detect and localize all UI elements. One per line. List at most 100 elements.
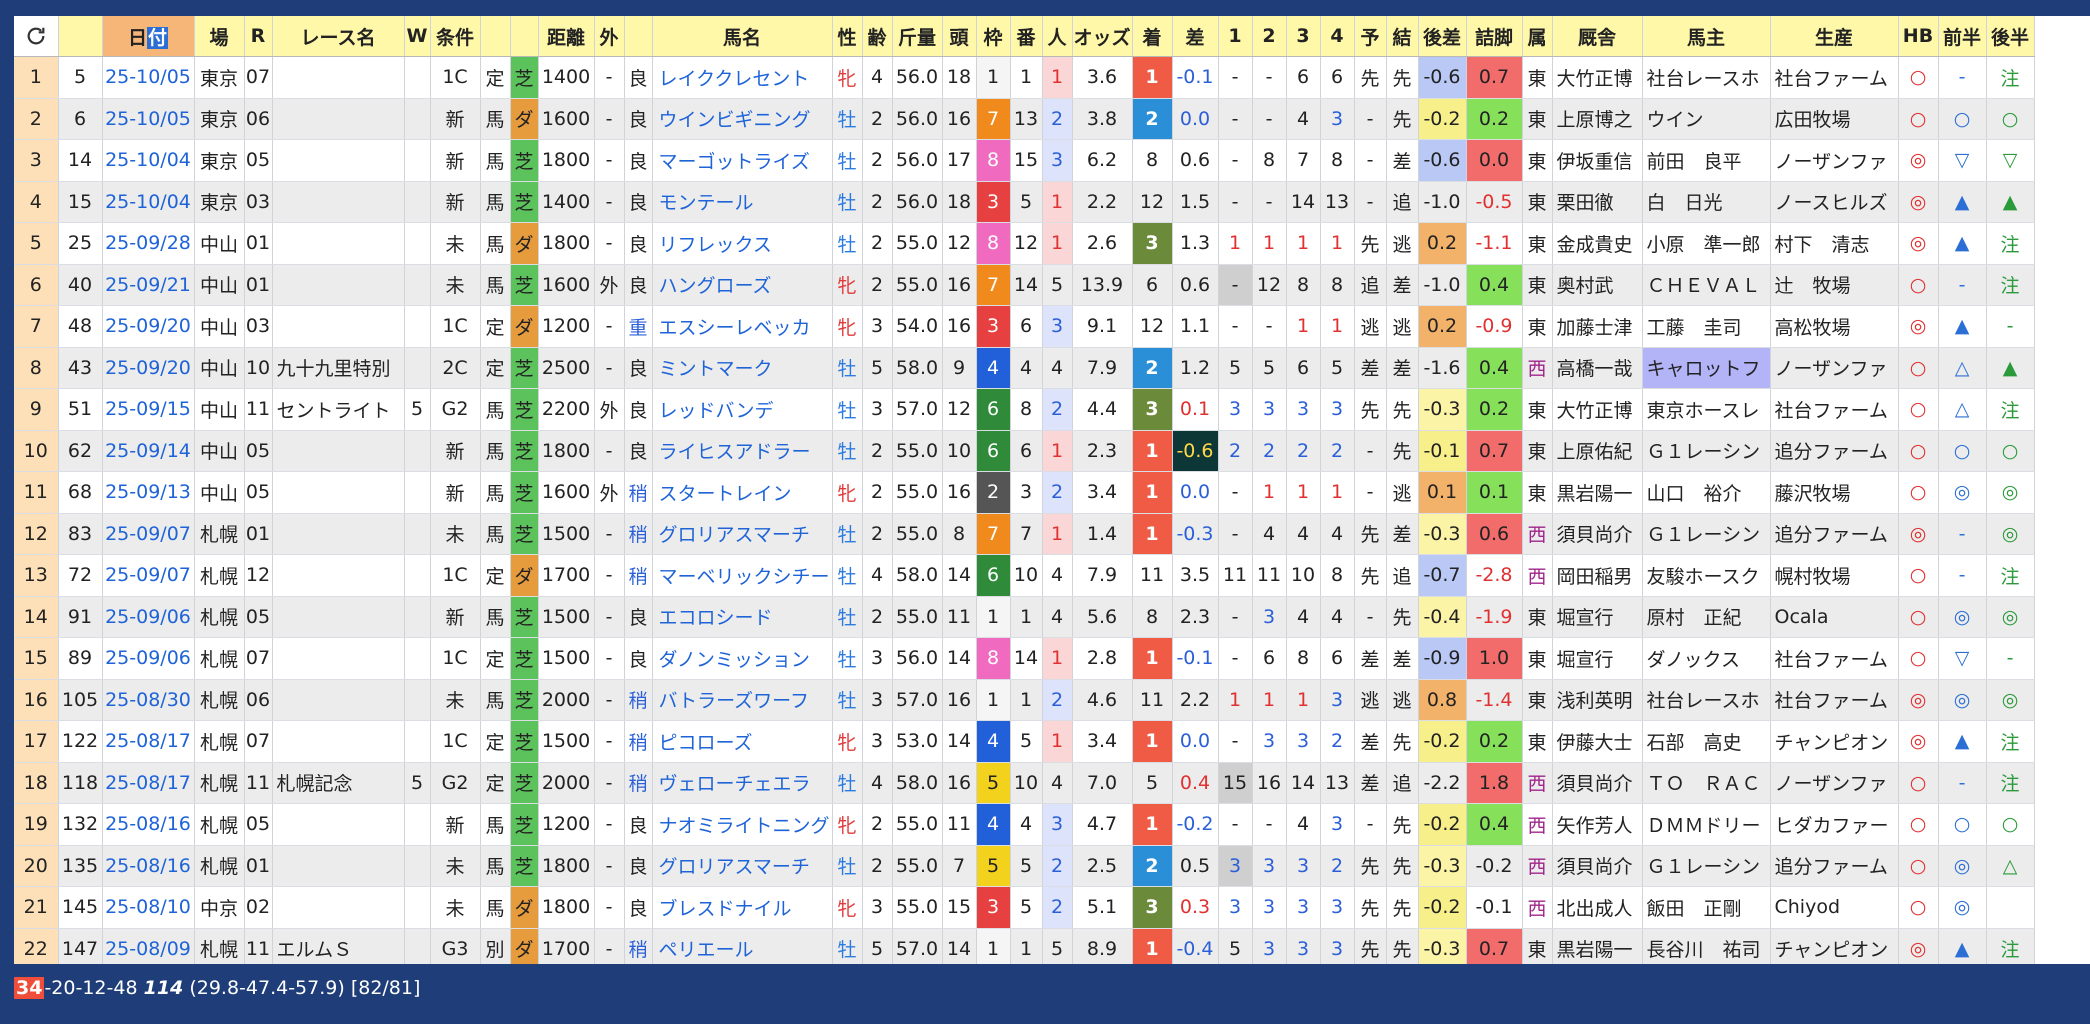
horse-name-cell[interactable]: エスシーレベッカ	[652, 305, 833, 348]
header-producer[interactable]: 生産	[1770, 16, 1899, 57]
race-date-link[interactable]: 25-08/10	[105, 896, 191, 918]
race-date-link[interactable]: 25-09/06	[105, 647, 191, 669]
horse-name-cell[interactable]: リフレックス	[652, 222, 833, 265]
header-weight[interactable]: 斤量	[892, 16, 943, 57]
horse-name-cell[interactable]: マーベリックシチー	[652, 554, 833, 597]
header-heads[interactable]: 頭	[942, 16, 977, 57]
race-date-cell[interactable]: 25-10/04	[102, 139, 195, 182]
race-date-cell[interactable]: 25-09/20	[102, 347, 195, 389]
race-date-cell[interactable]: 25-09/21	[102, 264, 195, 306]
race-date-cell[interactable]: 25-08/16	[102, 845, 195, 887]
table-row[interactable]: 12 83 25-09/07 札幌 01 未馬芝 1500- 稍グロリアスマーチ牡 2 55.0 8…	[14, 513, 2035, 555]
header-chaku[interactable]: 着	[1132, 16, 1173, 57]
horse-name-cell[interactable]: グロリアスマーチ	[652, 845, 833, 887]
race-date-cell[interactable]: 25-09/06	[102, 596, 195, 638]
table-row[interactable]: 14 91 25-09/06 札幌 05 新馬芝 1500- 良エコロシード牡 2 55.0 11 1…	[14, 596, 2035, 638]
race-date-cell[interactable]: 25-09/07	[102, 554, 195, 597]
header-zenhan[interactable]: 前半	[1938, 16, 1987, 57]
race-date-cell[interactable]: 25-10/05	[102, 98, 195, 140]
race-date-cell[interactable]: 25-09/13	[102, 471, 195, 514]
header-ba[interactable]: 場	[194, 16, 245, 57]
refresh-button[interactable]	[14, 16, 59, 57]
table-row[interactable]: 4 15 25-10/04 東京 03 新馬芝 1400- 良モンテール牡 2 56.0 18 3 5 1…	[14, 181, 2035, 223]
header-r[interactable]: R	[244, 16, 273, 57]
horse-name-cell[interactable]: グロリアスマーチ	[652, 513, 833, 555]
race-date-cell[interactable]: 25-09/15	[102, 388, 195, 431]
table-row[interactable]: 9 51 25-09/15 中山 11 セントライト 5 G2 馬芝 2200 外良レッドバンデ牡 3…	[14, 388, 2035, 431]
horse-name-cell[interactable]: ペリエール	[652, 928, 833, 964]
race-date-cell[interactable]: 25-08/09	[102, 928, 195, 964]
table-row[interactable]: 5 25 25-09/28 中山 01 未馬ダ 1800- 良リフレックス牡 2 55.0 12 8 1…	[14, 222, 2035, 265]
header-surface[interactable]	[510, 16, 539, 57]
header-sex[interactable]: 性	[832, 16, 863, 57]
race-date-link[interactable]: 25-08/09	[105, 938, 191, 960]
header-odds[interactable]: オッズ	[1072, 16, 1133, 57]
race-date-cell[interactable]: 25-08/30	[102, 679, 195, 721]
header-popularity[interactable]: 人	[1042, 16, 1073, 57]
horse-name-cell[interactable]: ナオミライトニング	[652, 803, 833, 846]
table-row[interactable]: 16 105 25-08/30 札幌 06 未馬芝 2000- 稍バトラーズワーフ牡 3 57.0…	[14, 679, 2035, 721]
header-joken[interactable]: 条件	[430, 16, 481, 57]
race-date-cell[interactable]: 25-08/10	[102, 886, 195, 929]
horse-name-cell[interactable]: レッドバンデ	[652, 388, 833, 431]
header-ke[interactable]: 結	[1386, 16, 1419, 57]
race-date-cell[interactable]: 25-09/06	[102, 637, 195, 680]
header-age[interactable]: 齢	[862, 16, 893, 57]
header-zoku[interactable]: 属	[1522, 16, 1553, 57]
header-c2[interactable]: 2	[1252, 16, 1287, 57]
race-date-link[interactable]: 25-08/17	[105, 772, 191, 794]
header-c4[interactable]: 4	[1320, 16, 1355, 57]
header-racename[interactable]: レース名	[272, 16, 405, 57]
race-date-cell[interactable]: 25-09/14	[102, 430, 195, 472]
header-baba[interactable]	[624, 16, 653, 57]
table-row[interactable]: 17 122 25-08/17 札幌 07 1C 定芝 1500- 稍ピコローズ牝 3 53.0 14…	[14, 720, 2035, 763]
header-ban[interactable]: 番	[1010, 16, 1043, 57]
race-date-link[interactable]: 25-09/21	[105, 274, 191, 296]
race-date-link[interactable]: 25-09/13	[105, 481, 191, 503]
race-date-link[interactable]: 25-09/06	[105, 606, 191, 628]
race-date-link[interactable]: 25-09/14	[105, 440, 191, 462]
table-row[interactable]: 20 135 25-08/16 札幌 01 未馬芝 1800- 良グロリアスマーチ牡 2 55.0…	[14, 845, 2035, 887]
horse-name-cell[interactable]: バトラーズワーフ	[652, 679, 833, 721]
horse-name-cell[interactable]: ヴェローチェエラ	[652, 762, 833, 804]
header-sa[interactable]: 差	[1172, 16, 1219, 57]
table-row[interactable]: 13 72 25-09/07 札幌 12 1C 定ダ 1700- 稍マーベリックシチー牡 4 58.…	[14, 554, 2035, 597]
horse-name-cell[interactable]: モンテール	[652, 181, 833, 223]
race-date-link[interactable]: 25-08/16	[105, 813, 191, 835]
header-tsumeashi[interactable]: 詰脚	[1466, 16, 1523, 57]
race-date-link[interactable]: 25-09/20	[105, 357, 191, 379]
horse-name-cell[interactable]: レイククレセント	[652, 56, 833, 99]
race-date-link[interactable]: 25-10/04	[105, 191, 191, 213]
table-row[interactable]: 2 6 25-10/05 東京 06 新馬ダ 1600- 良ウインビギニング牡 2 56.0 16 7…	[14, 98, 2035, 140]
table-row[interactable]: 7 48 25-09/20 中山 03 1C 定ダ 1200- 重エスシーレベッカ牝 3 54.0 1…	[14, 305, 2035, 348]
race-date-link[interactable]: 25-09/20	[105, 315, 191, 337]
table-row[interactable]: 8 43 25-09/20 中山 10 九十九里特別 2C 定芝 2500- 良ミントマーク牡 5 5…	[14, 347, 2035, 389]
table-row[interactable]: 3 14 25-10/04 東京 05 新馬芝 1800- 良マーゴットライズ牡 2 56.0 17…	[14, 139, 2035, 182]
table-row[interactable]: 11 68 25-09/13 中山 05 新馬芝 1600 外稍スタートレイン牝 2 55.0 16…	[14, 471, 2035, 514]
race-date-link[interactable]: 25-09/07	[105, 564, 191, 586]
header-waku[interactable]: 枠	[976, 16, 1011, 57]
horse-name-cell[interactable]: マーゴットライズ	[652, 139, 833, 182]
horse-name-cell[interactable]: ピコローズ	[652, 720, 833, 763]
header-yo[interactable]: 予	[1354, 16, 1387, 57]
header-kouhan[interactable]: 後半	[1986, 16, 2035, 57]
header-hb[interactable]: HB	[1898, 16, 1939, 57]
race-date-link[interactable]: 25-10/04	[105, 149, 191, 171]
race-date-link[interactable]: 25-08/30	[105, 689, 191, 711]
header-c3[interactable]: 3	[1286, 16, 1321, 57]
race-date-cell[interactable]: 25-09/20	[102, 305, 195, 348]
table-row[interactable]: 22 147 25-08/09 札幌 11 エルムＳ G3 別ダ 1700- 稍ペリエール牡 5 57…	[14, 928, 2035, 964]
race-date-link[interactable]: 25-09/28	[105, 232, 191, 254]
horse-name-cell[interactable]: ウインビギニング	[652, 98, 833, 140]
race-date-link[interactable]: 25-08/17	[105, 730, 191, 752]
race-date-cell[interactable]: 25-08/17	[102, 762, 195, 804]
race-date-cell[interactable]: 25-08/17	[102, 720, 195, 763]
race-date-link[interactable]: 25-10/05	[105, 66, 191, 88]
table-row[interactable]: 6 40 25-09/21 中山 01 未馬芝 1600 外良ハングローズ牝 2 55.0 16 7 1…	[14, 264, 2035, 306]
table-row[interactable]: 21 145 25-08/10 中京 02 未馬ダ 1800- 良ブレスドナイル牝 3 55.0 1…	[14, 886, 2035, 929]
table-row[interactable]: 1 5 25-10/05 東京 07 1C 定芝 1400- 良レイククレセント牝 4 56.0 18…	[14, 56, 2035, 99]
race-date-link[interactable]: 25-09/07	[105, 523, 191, 545]
header-kyusha[interactable]: 厩舎	[1552, 16, 1643, 57]
race-date-link[interactable]: 25-09/15	[105, 398, 191, 420]
race-date-cell[interactable]: 25-09/07	[102, 513, 195, 555]
